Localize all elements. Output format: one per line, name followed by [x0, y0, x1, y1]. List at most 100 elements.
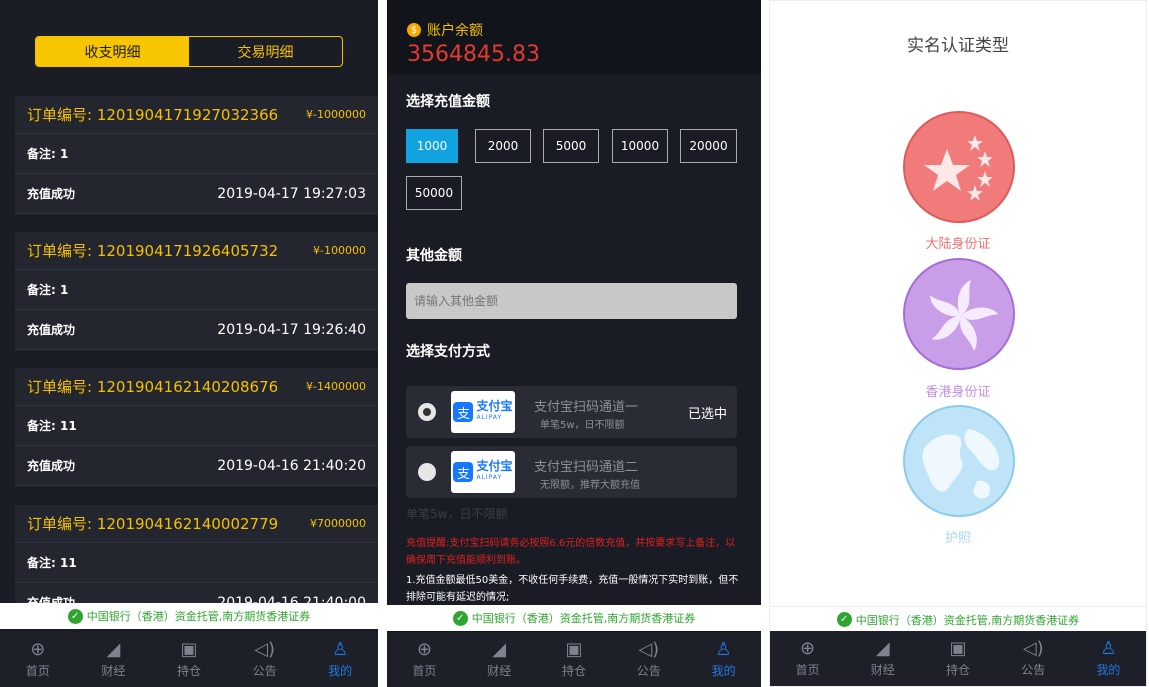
nav-label: 持仓 — [176, 664, 201, 678]
check-shield-icon: ✓ — [67, 608, 83, 624]
payment-sub: 单笔5w，日不限额 — [540, 420, 625, 431]
nav-label: 我的 — [1096, 663, 1121, 677]
globe-icon: ⊕ — [416, 639, 432, 660]
nav-home[interactable]: ⊕ 首页 — [770, 631, 845, 686]
order-remark: 备注: 1 — [27, 283, 69, 297]
custody-note-text: 中国银行（香港）资金托管,南方期货香港证券 — [471, 612, 696, 625]
recharge-panel: $ 账户余额 3564845.83 选择充值金额 1000 2000 5000 1… — [387, 0, 761, 687]
chart-icon: ◢ — [875, 638, 890, 659]
tab-income-expense[interactable]: 收支明细 — [36, 37, 189, 66]
order-remark: 备注: 11 — [27, 419, 77, 433]
order-time: 2019-04-16 21:40:20 — [217, 457, 366, 474]
amount-option[interactable]: 1000 — [406, 129, 458, 163]
alipay-logo: 支 支付宝 ALIPAY — [451, 391, 515, 433]
mainland-id-label[interactable]: 大陆身份证 — [770, 233, 1146, 252]
nav-finance[interactable]: ◢ 财经 — [845, 631, 920, 686]
other-amount-input[interactable] — [406, 283, 737, 319]
nav-home[interactable]: ⊕ 首页 — [0, 632, 76, 687]
clipboard-icon: ▣ — [565, 639, 583, 660]
verification-type-panel: 实名认证类型 大陆身份证 香港身份证 护照 ✓ 中国银行（香港）资金托管,南方期… — [769, 0, 1147, 687]
amount-option[interactable]: 20000 — [680, 129, 737, 163]
nav-notice[interactable]: ◁) 公告 — [996, 631, 1071, 686]
transaction-panel: 收支明细 交易明细 订单编号: 1201904171927032366 ¥-100… — [0, 0, 378, 687]
nav-mine[interactable]: ♙ 我的 — [302, 632, 378, 687]
payment-sub: 无限额，推荐大额充值 — [540, 480, 640, 491]
order-id: 1201904162140208676 — [96, 378, 279, 396]
amount-option[interactable]: 5000 — [543, 129, 599, 163]
order-id-label: 订单编号: — [27, 515, 93, 533]
order-remark: 备注: 1 — [27, 147, 69, 161]
order-id-label: 订单编号: — [27, 106, 93, 124]
nav-label: 我的 — [328, 664, 353, 678]
segmented-tabs: 收支明细 交易明细 — [35, 36, 343, 67]
nav-mine[interactable]: ♙ 我的 — [686, 632, 761, 687]
check-shield-icon: ✓ — [836, 612, 852, 627]
order-card[interactable]: 订单编号: 1201904171926405732 ¥-100000 备注: 1 … — [15, 232, 378, 350]
payment-name: 支付宝扫码通道一 — [534, 400, 639, 415]
alipay-logo-en: ALIPAY — [476, 414, 503, 421]
globe-icon: ⊕ — [800, 638, 816, 659]
order-amount: ¥-1400000 — [306, 380, 366, 393]
passport-option[interactable] — [903, 405, 1015, 517]
custody-note: ✓ 中国银行（香港）资金托管,南方期货香港证券 — [770, 606, 1146, 632]
nav-label: 公告 — [252, 664, 277, 678]
nav-label: 财经 — [870, 663, 895, 677]
nav-notice[interactable]: ◁) 公告 — [227, 632, 303, 687]
check-shield-icon: ✓ — [452, 610, 468, 626]
radio-selected[interactable] — [418, 403, 436, 421]
order-amount: ¥7000000 — [310, 517, 366, 530]
user-icon: ♙ — [1100, 638, 1117, 659]
nav-finance[interactable]: ◢ 财经 — [76, 632, 152, 687]
chart-icon: ◢ — [492, 639, 507, 660]
payment-option[interactable]: 支 支付宝 ALIPAY 支付宝扫码通道一 单笔5w，日不限额 已选中 — [406, 386, 737, 438]
order-id: 1201904171926405732 — [96, 242, 279, 260]
custody-note: ✓ 中国银行（香港）资金托管,南方期货香港证券 — [0, 603, 378, 629]
clipboard-icon: ▣ — [180, 639, 198, 660]
order-time: 2019-04-17 19:27:03 — [217, 185, 366, 202]
nav-finance[interactable]: ◢ 财经 — [462, 632, 537, 687]
nav-notice[interactable]: ◁) 公告 — [611, 632, 686, 687]
globe-icon: ⊕ — [30, 639, 46, 660]
bottom-nav: ⊕ 首页 ◢ 财经 ▣ 持仓 ◁) 公告 ♙ 我的 — [0, 632, 378, 687]
nav-home[interactable]: ⊕ 首页 — [387, 632, 462, 687]
payment-name: 支付宝扫码通道二 — [534, 460, 639, 475]
nav-positions[interactable]: ▣ 持仓 — [151, 632, 227, 687]
mainland-id-option[interactable] — [903, 111, 1015, 223]
nav-label: 财经 — [101, 664, 126, 678]
order-id: 1201904171927032366 — [96, 106, 279, 124]
amount-option[interactable]: 10000 — [612, 129, 668, 163]
passport-label[interactable]: 护照 — [770, 527, 1146, 546]
bottom-nav: ⊕ 首页 ◢ 财经 ▣ 持仓 ◁) 公告 ♙ 我的 — [387, 632, 761, 687]
nav-positions[interactable]: ▣ 持仓 — [537, 632, 612, 687]
hongkong-id-option[interactable] — [903, 258, 1015, 370]
nav-label: 首页 — [412, 664, 437, 678]
speaker-icon: ◁) — [638, 639, 660, 660]
amount-option[interactable]: 2000 — [475, 129, 531, 163]
payment-hint: 单笔5w，日不限额 — [406, 507, 508, 521]
order-card[interactable]: 订单编号: 1201904171927032366 ¥-1000000 备注: 1… — [15, 96, 378, 214]
nav-mine[interactable]: ♙ 我的 — [1071, 631, 1146, 686]
bauhinia-flower-icon — [929, 280, 999, 352]
globe-icon — [922, 429, 1000, 499]
alipay-logo: 支 支付宝 ALIPAY — [451, 451, 515, 493]
balance-label-text: 账户余额 — [427, 23, 483, 39]
alipay-icon: 支 — [453, 462, 474, 482]
custody-note-text: 中国银行（香港）资金托管,南方期货香港证券 — [855, 613, 1080, 627]
order-status: 充值成功 — [27, 187, 76, 201]
radio-unselected[interactable] — [418, 463, 436, 481]
hongkong-id-label[interactable]: 香港身份证 — [770, 381, 1146, 400]
order-card[interactable]: 订单编号: 1201904162140208676 ¥-1400000 备注: 1… — [15, 368, 378, 486]
nav-label: 公告 — [1021, 663, 1046, 677]
amount-option[interactable]: 50000 — [406, 176, 462, 210]
nav-positions[interactable]: ▣ 持仓 — [920, 631, 995, 686]
nav-label: 公告 — [636, 664, 661, 678]
nav-label: 我的 — [711, 664, 736, 678]
choose-payment-title: 选择支付方式 — [406, 344, 490, 360]
choose-amount-title: 选择充值金额 — [406, 94, 490, 110]
alipay-logo-en: ALIPAY — [476, 474, 503, 481]
page-title: 实名认证类型 — [907, 36, 1009, 56]
tab-trade-detail[interactable]: 交易明细 — [189, 37, 342, 66]
alipay-icon: 支 — [453, 402, 474, 422]
payment-option[interactable]: 支 支付宝 ALIPAY 支付宝扫码通道二 无限额，推荐大额充值 — [406, 446, 737, 498]
custody-note: ✓ 中国银行（香港）资金托管,南方期货香港证券 — [387, 605, 761, 631]
